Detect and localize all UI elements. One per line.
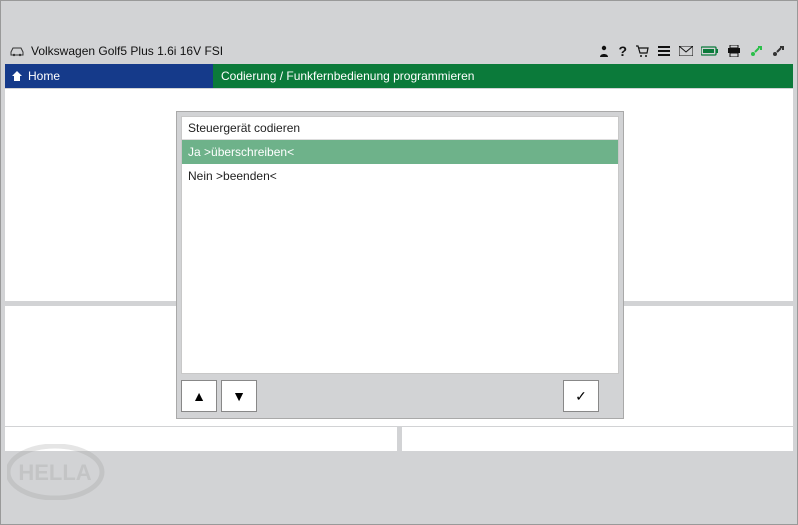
navbar: Home Codierung / Funkfernbedienung progr… [5,64,793,88]
person-icon[interactable] [598,44,610,58]
list-item[interactable]: Nein >beenden< [182,164,618,188]
mail-icon[interactable] [679,46,693,56]
option-list: Steuergerät codieren Ja >überschreiben< … [181,116,619,374]
down-button[interactable]: ▼ [221,380,257,412]
up-button[interactable]: ▲ [181,380,217,412]
hella-logo: HELLA [7,444,127,500]
home-icon [11,70,23,82]
list-icon[interactable] [657,44,671,58]
list-item[interactable]: Ja >überschreiben< [182,140,618,164]
dialog-button-row: ▲ ▼ ✓ [177,378,623,418]
print-icon[interactable] [727,45,741,57]
check-icon: ✓ [575,388,587,405]
breadcrumb: Codierung / Funkfernbedienung programmie… [213,64,793,88]
connect-green-icon[interactable] [749,44,763,58]
help-icon[interactable]: ? [618,43,627,59]
car-icon [9,45,25,57]
up-icon: ▲ [192,388,206,404]
connect-dark-icon[interactable] [771,44,785,58]
home-button[interactable]: Home [5,64,213,88]
footer-bar [5,427,793,451]
topbar-icons: ? [598,43,793,59]
footer-right [402,427,794,451]
down-icon: ▼ [232,388,246,404]
cart-icon[interactable] [635,44,649,58]
dialog-title: Steuergerät codieren [182,117,618,140]
breadcrumb-text: Codierung / Funkfernbedienung programmie… [221,69,474,83]
confirm-button[interactable]: ✓ [563,380,599,412]
battery-icon[interactable] [701,46,719,56]
coding-dialog: Steuergerät codieren Ja >überschreiben< … [176,111,624,419]
vehicle-title: Volkswagen Golf5 Plus 1.6i 16V FSI [31,44,598,58]
logo-text: HELLA [18,460,91,485]
footer-left [5,427,397,451]
home-label: Home [28,69,60,83]
topbar: Volkswagen Golf5 Plus 1.6i 16V FSI ? [5,41,793,61]
